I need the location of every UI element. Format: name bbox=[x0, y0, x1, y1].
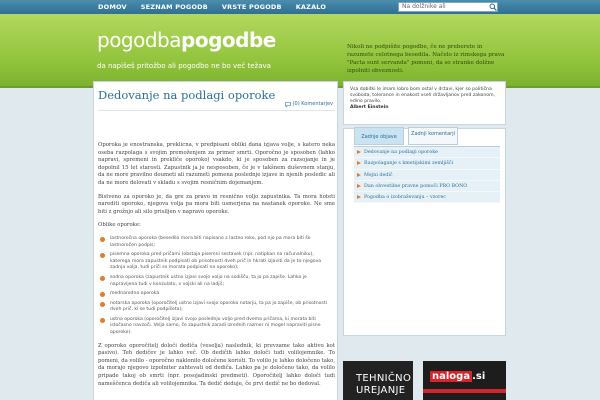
bullet-icon bbox=[100, 292, 105, 298]
sidebar-posts-widget: Zadnje objave Zadnji komentarji Dedovanj… bbox=[343, 127, 506, 336]
list-item: sodna oporoka (zapustnik ustno izjavi sv… bbox=[98, 275, 335, 288]
post-paragraph: Z oporoko oporočitelj določi dediča (ves… bbox=[98, 342, 335, 387]
bullet-icon bbox=[100, 301, 105, 307]
site-header: pogodbapogodbe da napišeš pritožbo ali p… bbox=[0, 14, 600, 88]
sidebar-quote-author: Albert Einstein bbox=[350, 105, 389, 110]
banner-ad-line: TEHNIČNO bbox=[356, 373, 412, 384]
search-input[interactable]: Na dolžnike ali bbox=[398, 2, 498, 12]
nav-contract-types[interactable]: VRSTE POGODB bbox=[222, 0, 282, 14]
recent-post-link[interactable]: Razpolaganje s kmetijskimi zemljišči bbox=[364, 161, 453, 166]
list-item[interactable]: Pogodba o izobraževanju – vzorec bbox=[354, 192, 500, 204]
bullet-icon bbox=[100, 317, 105, 323]
naloga-logo: naloga .si bbox=[430, 371, 485, 382]
comments-link[interactable]: (0) Komentarjev bbox=[284, 101, 333, 107]
comment-bubble-icon bbox=[284, 101, 291, 107]
nav-contract-list[interactable]: SEZNAM POGODB bbox=[141, 0, 208, 14]
bullet-icon bbox=[100, 275, 105, 281]
tab-recent-posts[interactable]: Zadnje objave bbox=[354, 127, 404, 145]
post-content: Dedovanje na podlagi oporoke (0) Komenta… bbox=[93, 81, 338, 400]
logo-part-light: pogodba bbox=[97, 28, 182, 52]
header-quote: Nikoli ne podpišite pogodbe, če ne prebe… bbox=[347, 44, 505, 74]
comments-count: (0) Komentarjev bbox=[292, 101, 333, 107]
banner-ad-naloga[interactable]: naloga .si bbox=[423, 361, 506, 400]
post-paragraph: Bistveno za oporoko je, da gre za pravo … bbox=[98, 193, 335, 215]
arrow-right-icon bbox=[357, 150, 361, 154]
bullet-icon bbox=[100, 236, 105, 242]
search-icon[interactable] bbox=[489, 3, 497, 11]
bullet-icon bbox=[100, 253, 105, 259]
list-item: mednarodna oporoka bbox=[98, 291, 335, 298]
banner-ad-line: UREJANJE bbox=[356, 385, 406, 396]
post-title[interactable]: Dedovanje na podlagi oporoke bbox=[98, 88, 275, 102]
post-body: Oporoka je enostranska, preklicna, v pre… bbox=[98, 142, 335, 394]
arrow-right-icon bbox=[357, 172, 361, 177]
list-item-text: mednarodna oporoka bbox=[110, 291, 160, 297]
tab-recent-comments[interactable]: Zadnji komentarji bbox=[408, 127, 458, 145]
recent-post-link[interactable]: Dan obvestilne pravne pomoči PRO BONO bbox=[364, 184, 467, 189]
list-item: pisemna oporoka pred pričami (obstaja pi… bbox=[98, 252, 335, 272]
nav-index[interactable]: KAZALO bbox=[296, 0, 326, 14]
logo-part-bold: pogodbe bbox=[181, 28, 276, 52]
banner-stripe bbox=[423, 389, 506, 393]
nav-home[interactable]: DOMOV bbox=[98, 0, 127, 14]
arrow-right-icon bbox=[357, 161, 361, 166]
recent-post-link[interactable]: Mejni dedič bbox=[364, 173, 393, 178]
arrow-right-icon bbox=[357, 183, 361, 188]
site-tagline: da napišeš pritožbo ali pogodbo ne bo ve… bbox=[97, 62, 271, 70]
site-logo[interactable]: pogodbapogodbe bbox=[97, 28, 276, 52]
list-item[interactable]: Dedovanje na podlagi oporoke bbox=[354, 147, 500, 159]
list-item[interactable]: Dan obvestilne pravne pomoči PRO BONO bbox=[354, 181, 500, 193]
recent-posts-list: Dedovanje na podlagi oporoke Razpolaganj… bbox=[354, 146, 500, 204]
list-item-text: ustna oporoka (oporočitelj izjavi svojo … bbox=[110, 316, 321, 336]
sidebar-tabs: Zadnje objave Zadnji komentarji bbox=[354, 127, 462, 145]
sidebar-quote: Vsa dobitki le imam lobro bom ostal v dr… bbox=[343, 81, 506, 125]
naloga-suffix: .si bbox=[472, 371, 486, 382]
list-item-text: notarska oporoka (oporočitelj ustno izja… bbox=[110, 300, 327, 313]
recent-post-link[interactable]: Dedovanje na podlagi oporoke bbox=[364, 150, 438, 155]
banner-ad-text: TEHNIČNO UREJANJE bbox=[356, 373, 411, 397]
post-paragraph: Oblike oporoke: bbox=[98, 222, 141, 229]
main-nav: DOMOV SEZNAM POGODB VRSTE POGODB KAZALO bbox=[98, 0, 340, 14]
arrow-right-icon bbox=[357, 195, 361, 200]
list-item: lastnoročna oporoka (besedilo mora biti … bbox=[98, 236, 335, 249]
list-item[interactable]: Mejni dedič bbox=[354, 170, 500, 181]
sidebar-quote-text: Vsa dobitki le imam lobro bom ostal v dr… bbox=[350, 87, 496, 104]
will-forms-list: lastnoročna oporoka (besedilo mora biti … bbox=[98, 236, 335, 337]
list-item-text: sodna oporoka (zapustnik ustno izjavi sv… bbox=[110, 274, 307, 287]
list-item-text: lastnoročna oporoka (besedilo mora biti … bbox=[110, 235, 311, 248]
list-item: ustna oporoka (oporočitelj izjavi svojo … bbox=[98, 317, 335, 337]
recent-post-link[interactable]: Pogodba o izobraževanju – vzorec bbox=[364, 195, 446, 200]
post-paragraph: Oporoka je enostranska, preklicna, v pre… bbox=[98, 142, 335, 186]
list-item[interactable]: Razpolaganje s kmetijskimi zemljišči bbox=[354, 158, 500, 170]
list-item-text: pisemna oporoka pred pričami (obstaja pi… bbox=[110, 252, 322, 271]
list-item: notarska oporoka (oporočitelj ustno izja… bbox=[98, 301, 335, 314]
banner-ad-technical-editing[interactable]: TEHNIČNO UREJANJE bbox=[343, 361, 413, 400]
title-divider bbox=[98, 110, 335, 111]
naloga-brand: naloga bbox=[430, 371, 473, 382]
